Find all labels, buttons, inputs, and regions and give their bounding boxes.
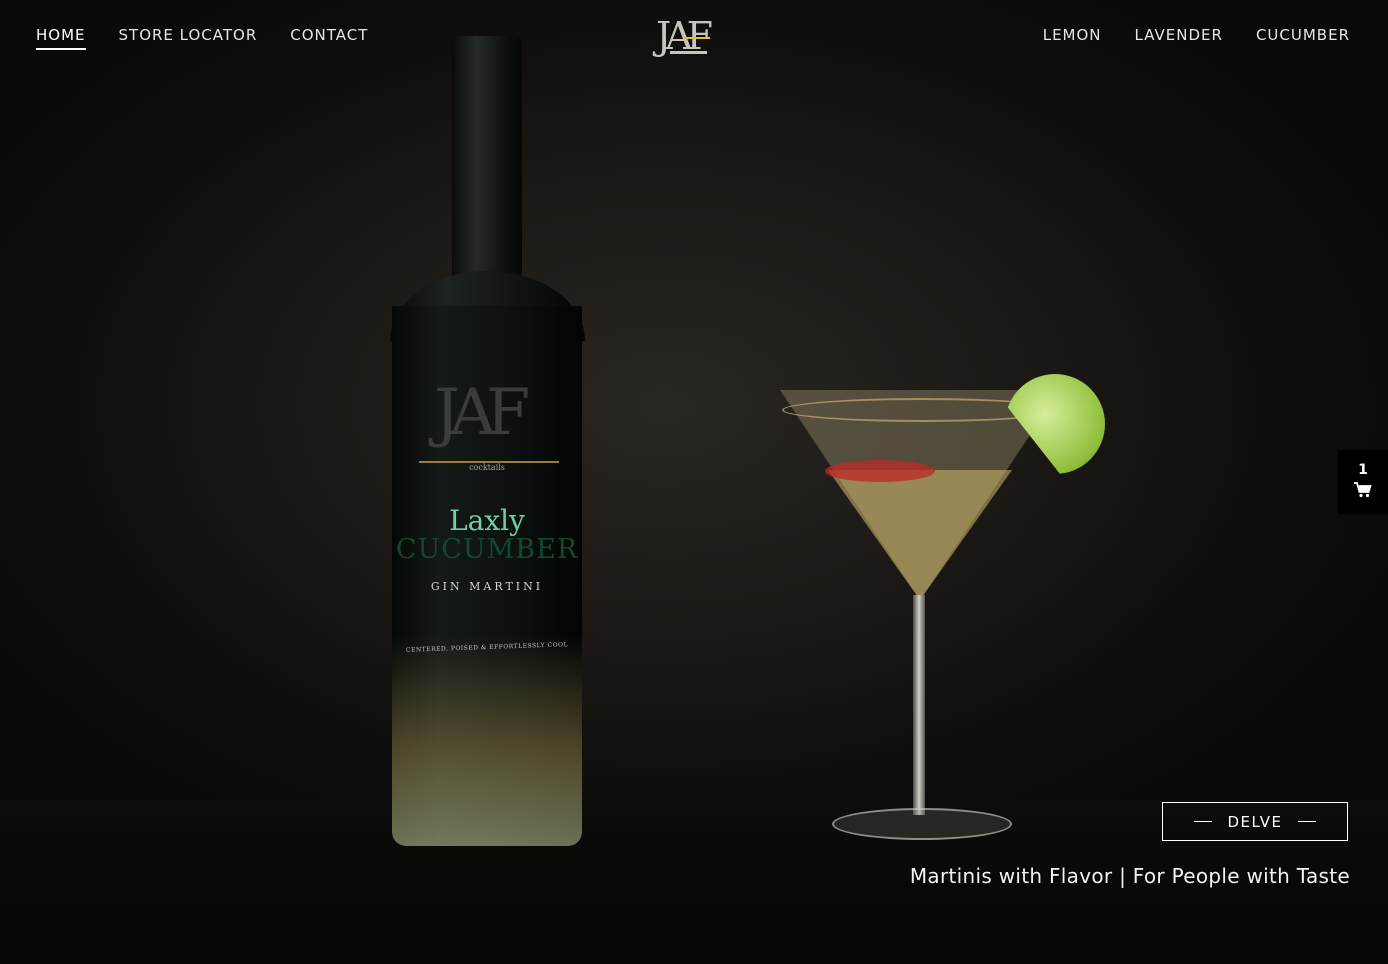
glass-base <box>832 808 1012 840</box>
bottle-body: JAF cocktails Laxly CUCUMBER GIN MARTINI… <box>392 306 582 846</box>
martini-glass-image <box>780 374 1110 850</box>
glass-stem <box>913 595 925 815</box>
dash-left <box>1193 821 1212 822</box>
bottle-glow <box>392 636 582 846</box>
bottle-image: JAF cocktails Laxly CUCUMBER GIN MARTINI… <box>390 36 585 846</box>
nav-cucumber[interactable]: CUCUMBER <box>1256 26 1350 50</box>
cart-count: 1 <box>1358 461 1368 478</box>
nav-contact[interactable]: CONTACT <box>290 26 368 50</box>
bottle-logo: JAF <box>434 376 530 450</box>
dash-right <box>1298 821 1317 822</box>
bottle-neck <box>452 36 522 306</box>
delve-button[interactable]: DELVE <box>1162 802 1348 841</box>
site-logo[interactable]: JAF <box>656 14 732 58</box>
bottle-label-name-top: Laxly <box>449 504 525 537</box>
delve-label: DELVE <box>1227 812 1283 831</box>
flavor-nav: LEMON LAVENDER CUCUMBER <box>1010 26 1350 50</box>
bottle-label-type: GIN MARTINI <box>430 580 544 593</box>
cart-button[interactable]: 1 <box>1338 450 1388 514</box>
primary-nav: HOME STORE LOCATOR CONTACT <box>36 26 401 50</box>
logo-accent-bar <box>684 37 710 39</box>
nav-home[interactable]: HOME <box>36 26 86 50</box>
nav-store-locator[interactable]: STORE LOCATOR <box>119 26 258 50</box>
bottle-label-small: cocktails <box>469 463 505 472</box>
glass-liquid <box>828 470 1012 600</box>
glass-garnish <box>825 460 935 482</box>
nav-lavender[interactable]: LAVENDER <box>1135 26 1223 50</box>
hero-tagline: Martinis with Flavor | For People with T… <box>909 864 1350 888</box>
bottle-label-name-bottom: CUCUMBER <box>395 534 579 565</box>
nav-lemon[interactable]: LEMON <box>1043 26 1102 50</box>
site-logo-text: JAF <box>656 14 713 58</box>
cart-icon <box>1354 481 1372 503</box>
